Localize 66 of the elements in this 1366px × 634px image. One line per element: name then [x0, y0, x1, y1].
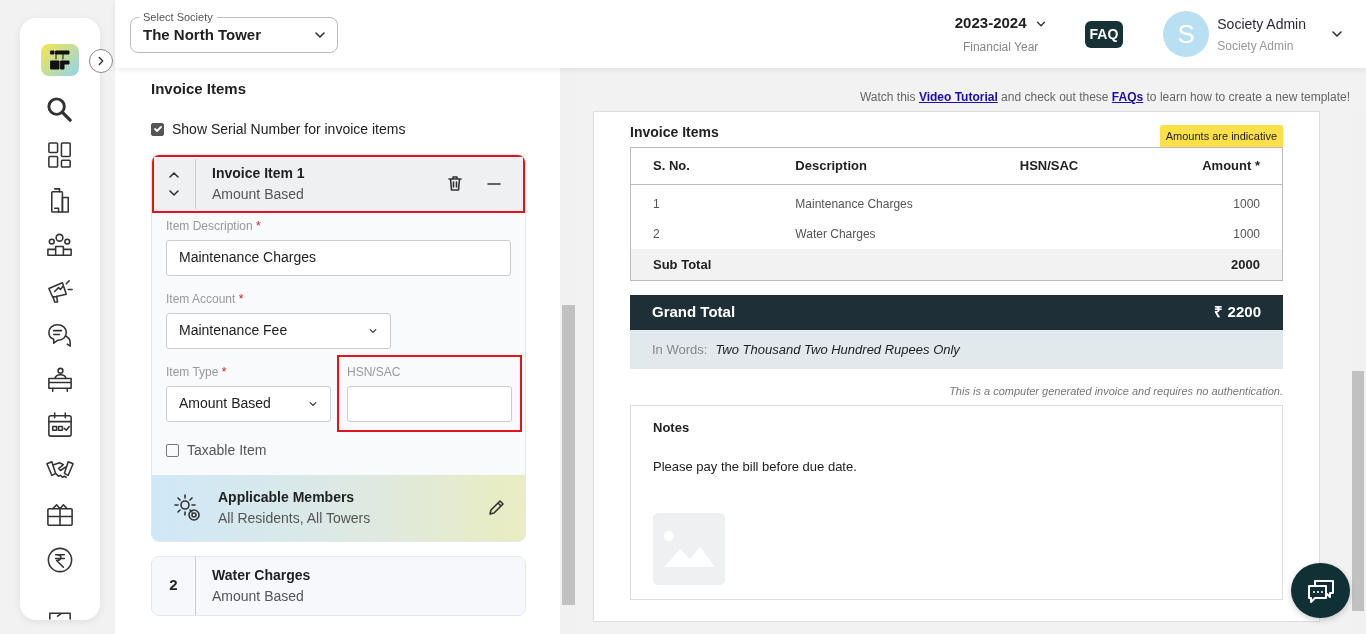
expand-button[interactable] — [89, 49, 113, 73]
input-field[interactable] — [347, 385, 512, 422]
table-cell: 1000 — [1140, 184, 1283, 219]
avatar: S — [1163, 11, 1210, 57]
select-label: Select Society — [139, 10, 217, 24]
item-subtitle: Amount Based — [212, 184, 305, 204]
chevron-up-icon[interactable] — [166, 169, 181, 180]
checkbox[interactable] — [151, 122, 164, 136]
chevron-down-icon[interactable] — [166, 187, 181, 198]
subtotal-amount: 2000 — [1140, 248, 1283, 281]
table-cell: 1000 — [1140, 218, 1283, 249]
tutorial-link[interactable]: Video Tutorial — [918, 90, 998, 104]
item-number: 2 — [152, 556, 196, 615]
item-title: Invoice Item 1 — [212, 163, 306, 183]
item-header[interactable]: 2 Water Charges Amount Based — [152, 556, 525, 615]
minus-icon[interactable] — [487, 181, 501, 186]
disclaimer: This is a computer generated invoice and requires no authentication. — [948, 384, 1283, 399]
logo-icon[interactable] — [41, 44, 79, 76]
input-field[interactable]: Maintenance Charges — [166, 239, 511, 276]
column-header: S. No. — [630, 147, 774, 184]
table-cell-text: Water Charges — [794, 225, 877, 243]
field-label: Item Account * — [166, 290, 245, 308]
item-header[interactable]: Invoice Item 1 Amount Based — [152, 154, 525, 213]
faq-badge[interactable]: FAQ — [1084, 20, 1124, 48]
financial-year-label: Financial Year — [961, 38, 1040, 56]
indicative-badge: Amounts are indicative — [1159, 124, 1283, 147]
subtotal-label: Sub Total — [630, 248, 774, 281]
table-cell: 1 — [630, 184, 774, 219]
field-label: Item Type * — [166, 363, 228, 381]
column-header: Description — [773, 147, 998, 184]
trash-icon[interactable] — [447, 175, 463, 192]
check-icon — [152, 124, 163, 134]
checkbox-label: Show Serial Number for invoice items — [172, 119, 406, 139]
tutorial-note: Watch this Video Tutorial and check out these FAQs to learn how to create a new template! — [858, 89, 1351, 106]
table-cell: Maintenance Charges — [773, 184, 998, 219]
column-header: Amount * — [1140, 147, 1283, 184]
calendar-icon[interactable] — [45, 410, 75, 440]
in-words-value: Two Thousand Two Hundred Rupees Only — [715, 340, 960, 359]
table-cell: 2 — [630, 218, 774, 249]
preview-section-title: Invoice Items — [630, 123, 719, 142]
user-role: Society Admin — [1217, 37, 1295, 55]
in-words-label: In Words: — [652, 340, 708, 359]
select-value: The North Tower — [143, 24, 262, 45]
search-icon[interactable] — [45, 95, 75, 125]
user-name: Society Admin — [1217, 14, 1306, 34]
checkbox-label: Taxable Item — [187, 440, 267, 460]
select-field[interactable]: Maintenance Fee — [166, 312, 391, 349]
item-title: Water Charges — [212, 565, 312, 585]
section-title: Invoice Items — [151, 79, 248, 99]
notes-title: Notes — [653, 418, 691, 437]
item-subtitle: Amount Based — [212, 586, 305, 606]
field-label: Item Description * — [166, 217, 262, 235]
select-field[interactable]: Amount Based — [166, 385, 331, 422]
column-header: HSN/SAC — [997, 147, 1141, 184]
financial-year-value[interactable]: 2023-2024 — [954, 12, 1027, 35]
desk-icon[interactable] — [45, 365, 75, 395]
checkbox[interactable] — [166, 443, 179, 457]
grand-total-label: Grand Total — [652, 302, 736, 322]
pencil-icon[interactable] — [487, 498, 505, 517]
notes-text: Please pay the bill before due date. — [653, 458, 858, 476]
rupee-icon[interactable] — [45, 545, 75, 575]
field-label: HSN/SAC — [347, 363, 402, 381]
members-subtitle: All Residents, All Towers — [218, 508, 372, 528]
members-title: Applicable Members — [218, 487, 356, 507]
tutorial-link[interactable]: FAQs — [1111, 90, 1144, 104]
grand-total-amount: ₹ 2200 — [1214, 302, 1261, 322]
